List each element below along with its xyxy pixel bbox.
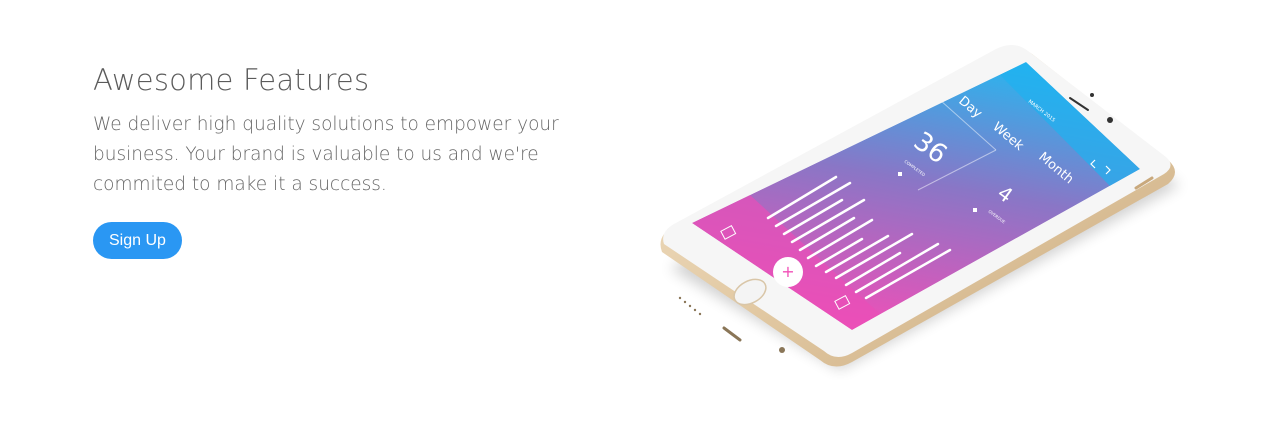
phone-illustration: MARCH 2015 Day Week Month 36 COMPLETED 4… xyxy=(660,44,1180,370)
stat-marker-icon xyxy=(973,208,977,212)
charging-port xyxy=(722,326,742,342)
plus-icon: + xyxy=(781,262,794,281)
front-camera-icon xyxy=(1107,117,1113,123)
headphone-jack xyxy=(779,347,785,353)
page: Awesome Features We deliver high quality… xyxy=(0,0,1264,433)
phone-mockup: MARCH 2015 Day Week Month 36 COMPLETED 4… xyxy=(640,40,1200,380)
sign-up-button[interactable]: Sign Up xyxy=(93,222,182,259)
bottom-speaker xyxy=(678,296,702,316)
stat-marker-icon xyxy=(898,172,902,176)
hero-title: Awesome Features xyxy=(93,63,370,97)
sensor-dot xyxy=(1090,93,1094,97)
hero-description: We deliver high quality solutions to emp… xyxy=(93,114,559,195)
hero-section: Awesome Features We deliver high quality… xyxy=(93,62,573,259)
